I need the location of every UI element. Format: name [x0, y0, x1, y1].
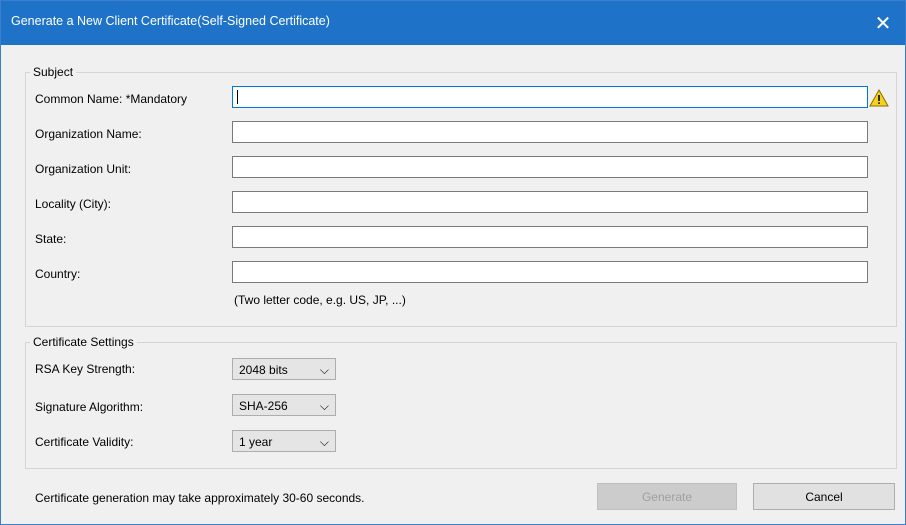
cancel-button[interactable]: Cancel: [753, 483, 895, 510]
certificate-settings-group: Certificate Settings: [25, 335, 897, 469]
rsa-key-strength-select[interactable]: 2048 bits ⌵: [232, 358, 336, 380]
rsa-key-strength-label: RSA Key Strength:: [35, 362, 136, 376]
state-input[interactable]: [232, 226, 868, 248]
window-title: Generate a New Client Certificate(Self-S…: [11, 14, 330, 28]
chevron-down-icon: ⌵: [319, 435, 329, 449]
text-caret: [237, 90, 238, 104]
organization-name-label: Organization Name:: [35, 127, 142, 141]
chevron-down-icon: ⌵: [319, 363, 329, 377]
dialog-window: Generate a New Client Certificate(Self-S…: [0, 0, 906, 525]
subject-legend: Subject: [33, 65, 74, 79]
generate-button[interactable]: Generate: [597, 483, 737, 510]
state-label: State:: [35, 232, 67, 246]
title-bar: Generate a New Client Certificate(Self-S…: [1, 1, 905, 45]
certificate-settings-legend: Certificate Settings: [33, 335, 134, 349]
country-hint: (Two letter code, e.g. US, JP, ...): [234, 293, 406, 307]
warning-triangle-icon: [869, 89, 889, 107]
country-input[interactable]: [232, 261, 868, 283]
generation-time-note: Certificate generation may take approxim…: [35, 491, 365, 505]
organization-name-input[interactable]: [232, 121, 868, 143]
organization-unit-label: Organization Unit:: [35, 162, 132, 176]
certificate-validity-select[interactable]: 1 year ⌵: [232, 430, 336, 452]
certificate-validity-value: 1 year: [239, 435, 273, 449]
signature-algorithm-label: Signature Algorithm:: [35, 400, 144, 414]
chevron-down-icon: ⌵: [319, 399, 329, 413]
rsa-key-strength-value: 2048 bits: [239, 363, 288, 377]
common-name-label: Common Name: *Mandatory: [35, 92, 188, 106]
signature-algorithm-value: SHA-256: [239, 399, 288, 413]
close-icon[interactable]: ✕: [861, 1, 905, 45]
certificate-validity-label: Certificate Validity:: [35, 435, 134, 449]
signature-algorithm-select[interactable]: SHA-256 ⌵: [232, 394, 336, 416]
common-name-input[interactable]: [232, 86, 868, 108]
locality-label: Locality (City):: [35, 197, 112, 211]
locality-input[interactable]: [232, 191, 868, 213]
country-label: Country:: [35, 267, 81, 281]
organization-unit-input[interactable]: [232, 156, 868, 178]
